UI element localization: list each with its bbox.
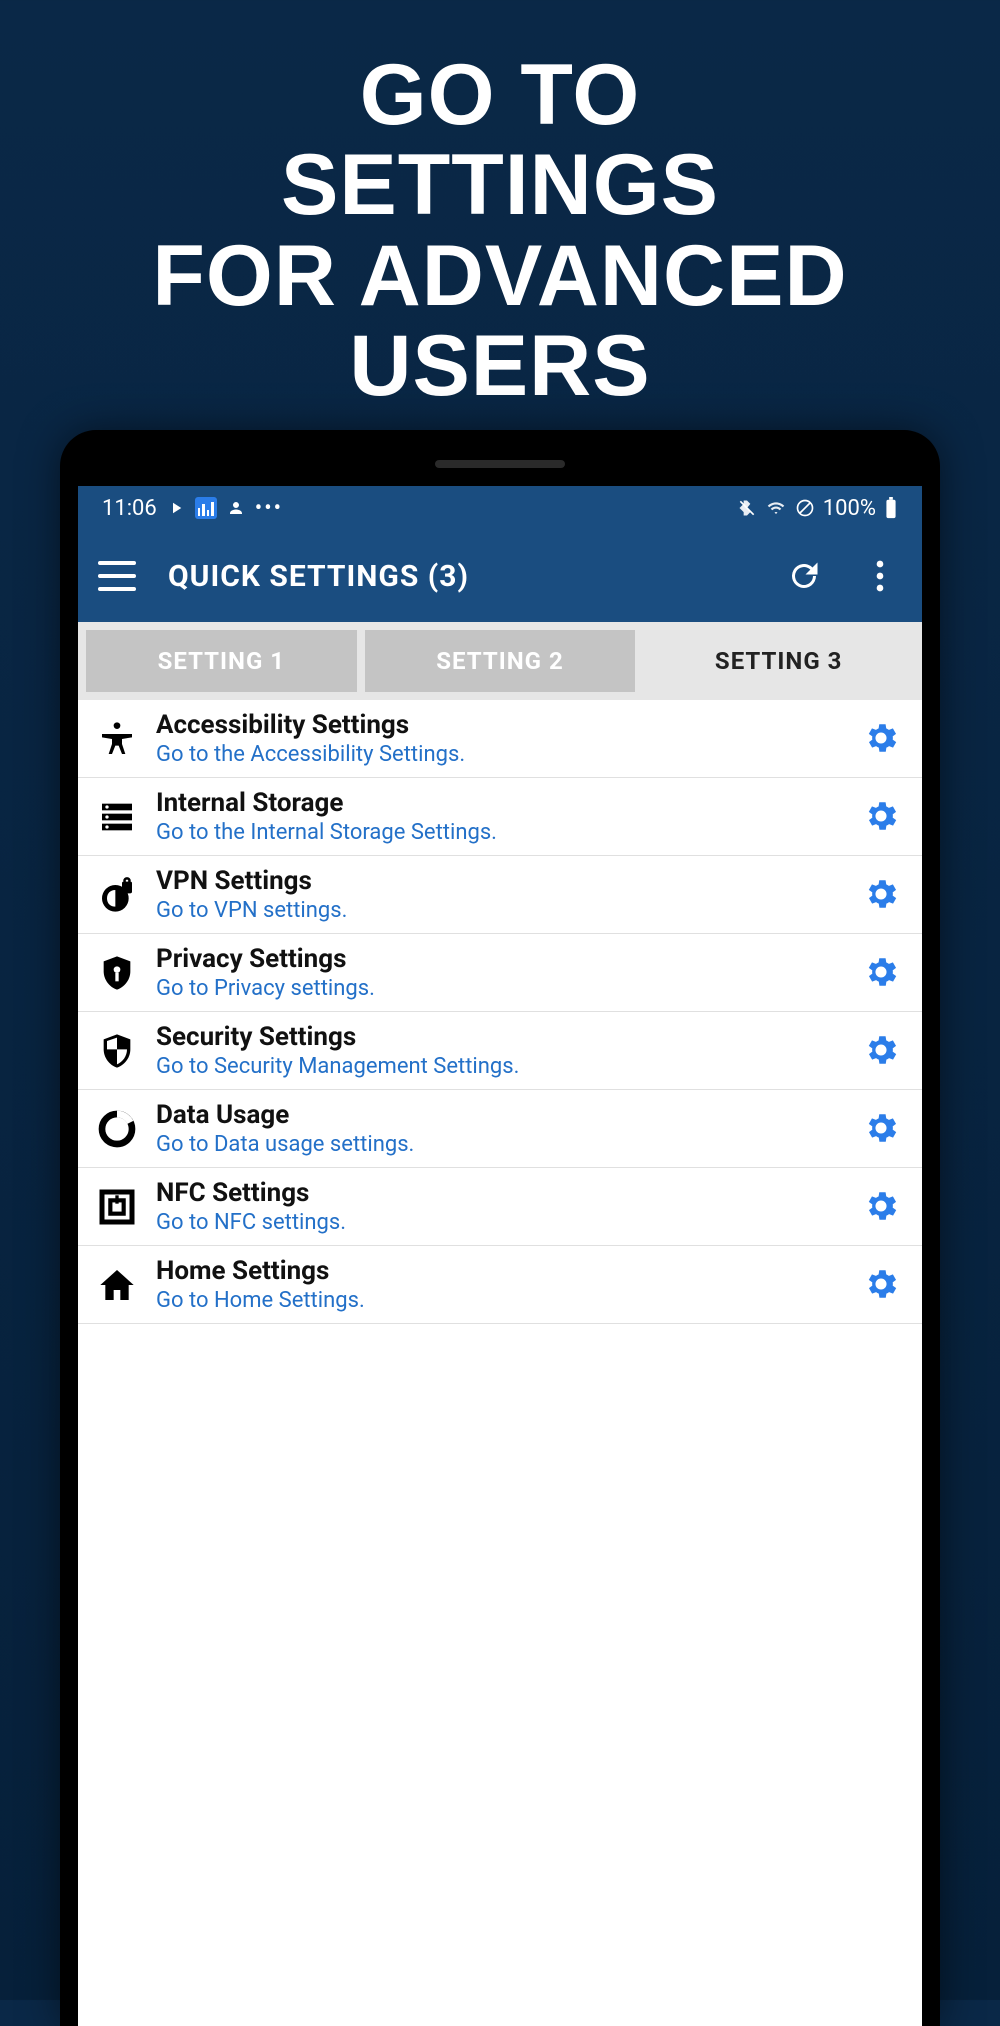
- list-item-nfc[interactable]: NFC Settings Go to NFC settings.: [78, 1168, 922, 1246]
- tab-setting-2[interactable]: SETTING 2: [365, 630, 636, 692]
- more-dots-icon: •••: [255, 496, 283, 521]
- promo-line-3: FOR ADVANCED USERS: [0, 231, 1000, 412]
- list-item-storage[interactable]: Internal Storage Go to the Internal Stor…: [78, 778, 922, 856]
- app-bar: QUICK SETTINGS (3): [78, 530, 922, 622]
- item-subtitle: Go to Privacy settings.: [156, 976, 846, 1001]
- promo-line-2: SETTINGS: [0, 140, 1000, 230]
- privacy-icon: [94, 950, 140, 996]
- gear-icon[interactable]: [862, 1187, 902, 1227]
- battery-percent: 100%: [823, 496, 876, 521]
- gear-icon[interactable]: [862, 797, 902, 837]
- menu-button[interactable]: [98, 561, 136, 591]
- list-item-home[interactable]: Home Settings Go to Home Settings.: [78, 1246, 922, 1324]
- item-subtitle: Go to the Internal Storage Settings.: [156, 820, 846, 845]
- person-icon: [227, 498, 245, 518]
- list-item-vpn[interactable]: VPN Settings Go to VPN settings.: [78, 856, 922, 934]
- item-title: VPN Settings: [156, 866, 846, 896]
- storage-icon: [94, 794, 140, 840]
- item-title: Internal Storage: [156, 788, 846, 818]
- item-title: Security Settings: [156, 1022, 846, 1052]
- overflow-menu-button[interactable]: [858, 554, 902, 598]
- item-subtitle: Go to NFC settings.: [156, 1210, 846, 1235]
- play-store-icon: [167, 499, 185, 517]
- no-sim-icon: [795, 498, 815, 518]
- chart-icon: [195, 497, 217, 519]
- list-item-accessibility[interactable]: Accessibility Settings Go to the Accessi…: [78, 700, 922, 778]
- device-screen: 11:06 ••• 100%: [78, 486, 922, 2026]
- nfc-icon: [94, 1184, 140, 1230]
- list-item-data-usage[interactable]: Data Usage Go to Data usage settings.: [78, 1090, 922, 1168]
- item-title: Privacy Settings: [156, 944, 846, 974]
- item-title: Accessibility Settings: [156, 710, 846, 740]
- security-icon: [94, 1028, 140, 1074]
- promo-line-1: GO TO: [0, 50, 1000, 140]
- app-title: QUICK SETTINGS (3): [168, 559, 750, 594]
- item-title: Home Settings: [156, 1256, 846, 1286]
- promo-headline: GO TO SETTINGS FOR ADVANCED USERS: [0, 0, 1000, 411]
- item-subtitle: Go to VPN settings.: [156, 898, 846, 923]
- item-subtitle: Go to Data usage settings.: [156, 1132, 846, 1157]
- data-usage-icon: [94, 1106, 140, 1152]
- mute-icon: [737, 498, 757, 518]
- status-left: 11:06 •••: [102, 496, 283, 521]
- gear-icon[interactable]: [862, 953, 902, 993]
- gear-icon[interactable]: [862, 719, 902, 759]
- vpn-icon: [94, 872, 140, 918]
- tab-bar: SETTING 1 SETTING 2 SETTING 3: [78, 622, 922, 700]
- list-item-security[interactable]: Security Settings Go to Security Managem…: [78, 1012, 922, 1090]
- tab-setting-3[interactable]: SETTING 3: [643, 630, 914, 692]
- list-item-privacy[interactable]: Privacy Settings Go to Privacy settings.: [78, 934, 922, 1012]
- refresh-button[interactable]: [782, 554, 826, 598]
- device-frame: 11:06 ••• 100%: [60, 430, 940, 2026]
- settings-list: Accessibility Settings Go to the Accessi…: [78, 700, 922, 1324]
- wifi-icon: [765, 499, 787, 517]
- gear-icon[interactable]: [862, 1109, 902, 1149]
- status-right: 100%: [737, 496, 898, 521]
- accessibility-icon: [94, 716, 140, 762]
- gear-icon[interactable]: [862, 875, 902, 915]
- status-time: 11:06: [102, 496, 157, 521]
- item-subtitle: Go to Security Management Settings.: [156, 1054, 846, 1079]
- item-subtitle: Go to the Accessibility Settings.: [156, 742, 846, 767]
- item-title: Data Usage: [156, 1100, 846, 1130]
- home-icon: [94, 1262, 140, 1308]
- battery-icon: [884, 497, 898, 519]
- device-speaker: [435, 460, 565, 468]
- item-subtitle: Go to Home Settings.: [156, 1288, 846, 1313]
- gear-icon[interactable]: [862, 1265, 902, 1305]
- item-title: NFC Settings: [156, 1178, 846, 1208]
- status-bar: 11:06 ••• 100%: [78, 486, 922, 530]
- gear-icon[interactable]: [862, 1031, 902, 1071]
- tab-setting-1[interactable]: SETTING 1: [86, 630, 357, 692]
